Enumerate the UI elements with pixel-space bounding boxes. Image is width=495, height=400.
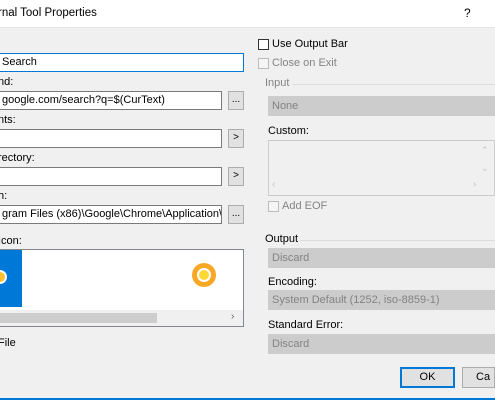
initial-directory-menu-button[interactable]: > (228, 167, 244, 186)
use-output-bar-checkbox[interactable] (258, 39, 269, 50)
arguments-menu-button[interactable]: > (228, 129, 244, 148)
scroll-right-icon: › (473, 179, 477, 190)
file-label: File (0, 337, 16, 349)
close-on-exit-label: Close on Exit (272, 57, 337, 69)
output-select-value: Discard (272, 252, 310, 264)
input-group-label: Input (265, 77, 293, 89)
arguments-field[interactable] (0, 129, 222, 148)
add-eof-label: Add EOF (282, 200, 328, 212)
icon-list[interactable]: › (0, 249, 244, 327)
path-value: gram Files (x86)\Google\Chrome\Applicati… (2, 208, 222, 220)
encoding-label: Encoding: (268, 276, 317, 288)
standard-error-select-value: Discard (272, 338, 310, 350)
input-group-divider (292, 84, 495, 85)
arguments-label: nts: (0, 114, 16, 126)
dialog-title: rnal Tool Properties (0, 7, 97, 19)
initial-directory-label: rectory: (0, 152, 35, 164)
command-field[interactable]: google.com/search?q=$(CurText) (0, 91, 222, 110)
tool-name-field[interactable]: Search (0, 53, 244, 72)
cancel-button[interactable]: Ca (462, 367, 495, 388)
scroll-down-icon: ⌄ (481, 163, 489, 173)
custom-input-textarea: ⌃ ⌄ ‹ › (268, 140, 495, 196)
encoding-select-value: System Default (1252, iso-8859-1) (272, 294, 440, 306)
scroll-left-icon: ‹ (272, 179, 276, 190)
path-browse-button[interactable]: ... (228, 205, 244, 224)
command-value: google.com/search?q=$(CurText) (2, 94, 165, 106)
command-browse-button[interactable]: ... (228, 91, 244, 110)
input-select-value: None (272, 100, 299, 112)
input-select: None (268, 96, 495, 116)
custom-label: Custom: (268, 125, 309, 137)
output-group-label: Output (265, 233, 302, 245)
icon-label: Icon: (0, 235, 22, 247)
scroll-right-icon[interactable]: › (231, 311, 234, 322)
help-button[interactable]: ? (464, 6, 471, 20)
ok-button[interactable]: OK (400, 367, 455, 388)
icon-list-scrollbar[interactable]: › (0, 310, 243, 326)
close-on-exit-checkbox (258, 58, 269, 69)
path-label: h: (0, 190, 8, 202)
output-select: Discard (268, 248, 495, 268)
output-group-divider (300, 240, 495, 241)
chrome-icon[interactable] (192, 263, 216, 287)
command-label: nd: (0, 76, 14, 88)
standard-error-label: Standard Error: (268, 319, 344, 331)
tool-name-value: Search (2, 56, 37, 68)
chrome-icon (0, 270, 7, 284)
encoding-select: System Default (1252, iso-8859-1) (268, 290, 495, 310)
initial-directory-field[interactable] (0, 167, 222, 186)
scroll-up-icon: ⌃ (481, 145, 489, 155)
standard-error-select: Discard (268, 334, 495, 354)
path-field[interactable]: gram Files (x86)\Google\Chrome\Applicati… (0, 205, 222, 224)
add-eof-checkbox (268, 201, 279, 212)
scrollbar-thumb[interactable] (0, 313, 157, 323)
selected-icon-item[interactable] (0, 250, 22, 307)
use-output-bar-label: Use Output Bar (272, 38, 348, 50)
